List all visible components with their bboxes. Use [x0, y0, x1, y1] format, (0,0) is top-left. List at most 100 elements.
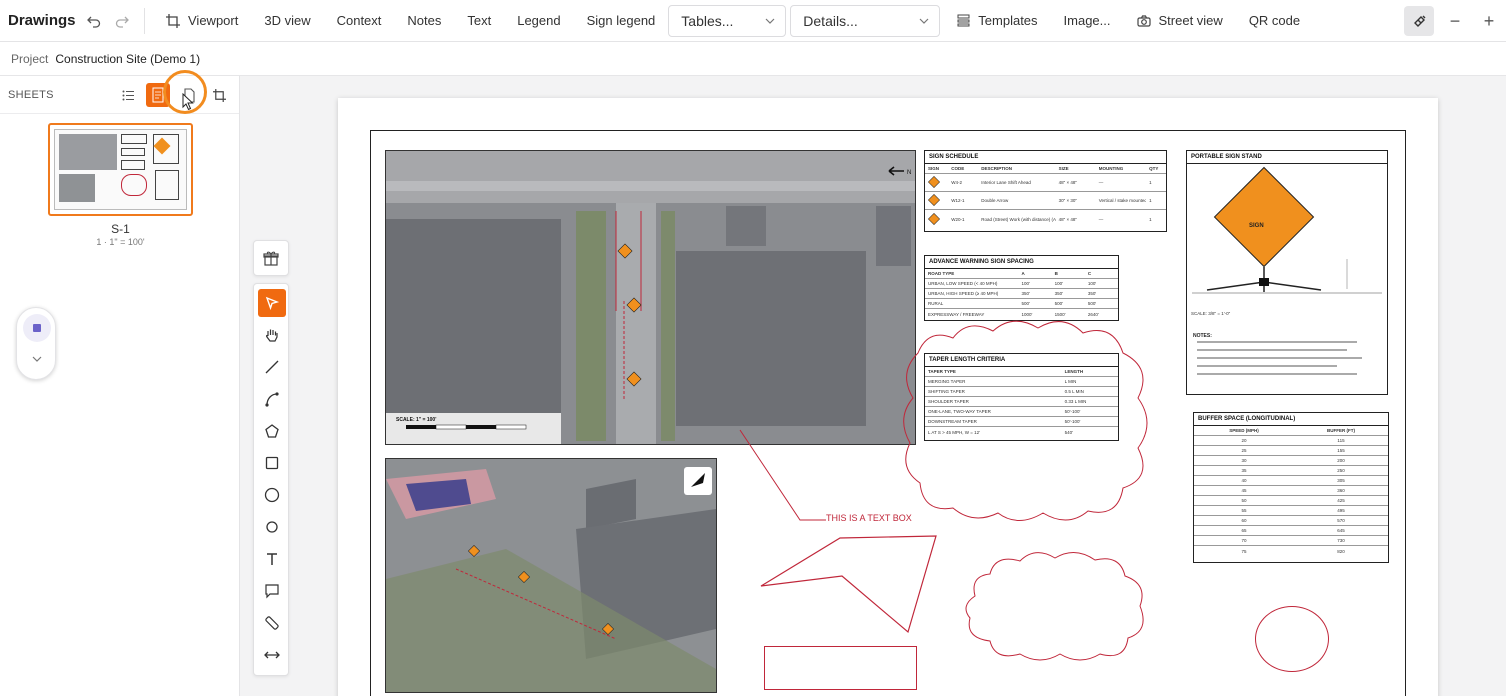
street-view-label: Street view: [1158, 13, 1223, 28]
text-tool[interactable]: [258, 545, 286, 573]
line-tool[interactable]: [258, 353, 286, 381]
table-header: QTY: [1149, 166, 1159, 171]
table-cell: ONE-LANE, TWO-WAY TAPER: [928, 409, 991, 414]
circle-icon: [264, 487, 280, 503]
qr-code-button[interactable]: QR code: [1236, 6, 1313, 36]
street-view-button[interactable]: Street view: [1124, 6, 1236, 36]
table-cell: 20: [1241, 438, 1247, 443]
mouse-pointer-icon: [182, 93, 194, 111]
legend-button[interactable]: Legend: [504, 6, 573, 36]
notes-button[interactable]: Notes: [394, 6, 454, 36]
text-button[interactable]: Text: [454, 6, 504, 36]
drawing-sheet[interactable]: N SCALE: 1" = 100' SIGN SCHEDULE SIGN CO…: [338, 98, 1438, 696]
top-toolbar: Drawings Viewport 3D view Context Notes …: [0, 0, 1506, 42]
aerial-viewport[interactable]: N SCALE: 1" = 100': [385, 150, 916, 445]
detail-scale: SCALE: 3/8" = 1'-0": [1191, 311, 1231, 316]
detail-title: PORTABLE SIGN STAND: [1187, 151, 1387, 164]
line-icon: [265, 360, 279, 374]
insert-image-tool[interactable]: [253, 240, 289, 276]
table-cell: 100': [1054, 281, 1064, 286]
table-header: MOUNTING: [1098, 166, 1124, 171]
tables-select[interactable]: Tables...: [668, 4, 787, 37]
measure-tool[interactable]: [258, 609, 286, 637]
3d-view-button[interactable]: 3D view: [251, 6, 323, 36]
table-cell: 70: [1241, 538, 1247, 543]
gift-icon: [263, 251, 279, 266]
pentagon-icon: [265, 424, 279, 438]
table-cell: 45: [1241, 488, 1247, 493]
details-select[interactable]: Details...: [790, 4, 941, 37]
rectangle-markup[interactable]: [764, 646, 917, 690]
pan-tool[interactable]: [258, 321, 286, 349]
table-cell: 645: [1337, 528, 1345, 533]
table-cell: 40: [1241, 478, 1247, 483]
undo-button[interactable]: [80, 7, 108, 35]
table-cell: 48" × 48": [1058, 216, 1077, 222]
toolbar-divider: [144, 7, 145, 34]
dimension-tool[interactable]: [258, 641, 286, 669]
notes-label: Notes: [407, 13, 442, 28]
camera-icon: [1136, 14, 1151, 27]
circle-tool[interactable]: [258, 481, 286, 509]
sign-schedule-table[interactable]: SIGN SCHEDULE SIGN CODE DESCRIPTION SIZE…: [924, 150, 1167, 232]
table-cell: 25: [1241, 448, 1247, 453]
revision-cloud-markup[interactable]: [960, 546, 1150, 666]
sheets-sidebar: SHEETS S-1 1 · 1" = 100': [0, 76, 240, 696]
templates-label: Templates: [978, 13, 1038, 28]
table-cell: 0.33 L MIN: [1064, 399, 1087, 404]
drawing-canvas[interactable]: N SCALE: 1" = 100' SIGN SCHEDULE SIGN CO…: [240, 76, 1506, 696]
table-cell: 1: [1149, 180, 1152, 185]
circle-markup[interactable]: [1255, 606, 1329, 672]
polygon-tool[interactable]: [258, 417, 286, 445]
note-line: [1197, 349, 1347, 351]
select-tool[interactable]: [258, 289, 286, 317]
chevron-down-icon[interactable]: [17, 351, 57, 365]
layer-selector[interactable]: [16, 307, 56, 380]
portable-sign-stand-detail[interactable]: PORTABLE SIGN STAND SIGN SCALE: 3/8" = 1…: [1186, 150, 1388, 395]
table-cell: 155: [1337, 448, 1345, 453]
sheet-thumbnail[interactable]: [48, 123, 193, 216]
rectangle-tool[interactable]: [258, 449, 286, 477]
arc-tool[interactable]: [258, 385, 286, 413]
table-cell: 350': [1054, 291, 1064, 296]
snap-toggle-button[interactable]: [1404, 6, 1434, 36]
table-header: SIGN: [928, 166, 940, 171]
text-box-markup[interactable]: THIS IS A TEXT BOX: [826, 513, 912, 523]
app-title: Drawings: [8, 12, 76, 29]
callout-tool[interactable]: [258, 577, 286, 605]
sign-legend-button[interactable]: Sign legend: [574, 6, 669, 36]
3d-viewport[interactable]: [385, 458, 717, 693]
buffer-space-table[interactable]: BUFFER SPACE (LONGITUDINAL) SPEED (MPH) B…: [1193, 412, 1389, 563]
table-cell: 350': [1021, 291, 1030, 296]
table-header: C: [1087, 271, 1092, 276]
layer-color-icon: [33, 324, 41, 332]
project-name[interactable]: Construction Site (Demo 1): [55, 52, 200, 66]
project-label: Project: [11, 51, 49, 66]
crop-sheet-button[interactable]: [207, 83, 231, 107]
cloud-tool[interactable]: [258, 513, 286, 541]
table-cell: 540': [1064, 429, 1073, 435]
note-line: [1197, 341, 1357, 343]
table-header: SPEED (MPH): [1229, 428, 1259, 433]
redo-button[interactable]: [108, 7, 136, 35]
zoom-in-button[interactable]: +: [1472, 7, 1506, 35]
table-cell: 730: [1337, 538, 1345, 543]
table-cell: 50'-100': [1064, 419, 1081, 424]
zoom-out-button[interactable]: −: [1438, 7, 1472, 35]
polygon-markup[interactable]: [758, 534, 940, 636]
table-cell: 500': [1087, 301, 1097, 306]
image-button[interactable]: Image...: [1051, 6, 1124, 36]
advance-warning-table[interactable]: ADVANCE WARNING SIGN SPACING ROAD TYPE A…: [924, 255, 1119, 321]
templates-button[interactable]: Templates: [944, 6, 1050, 36]
viewport-button[interactable]: Viewport: [153, 6, 251, 36]
table-cell: 1: [1149, 216, 1152, 222]
list-view-button[interactable]: [116, 83, 140, 107]
table-cell: 30" × 30": [1058, 198, 1077, 203]
table-cell: L MIN: [1064, 379, 1077, 384]
table-cell: 115: [1337, 438, 1345, 443]
taper-length-table[interactable]: TAPER LENGTH CRITERIA TAPER TYPE LENGTH M…: [924, 353, 1119, 441]
context-button[interactable]: Context: [324, 6, 395, 36]
3d-map-image: [386, 459, 716, 692]
magnet-icon: [1413, 15, 1425, 27]
layer-color-swatch[interactable]: [23, 314, 51, 342]
